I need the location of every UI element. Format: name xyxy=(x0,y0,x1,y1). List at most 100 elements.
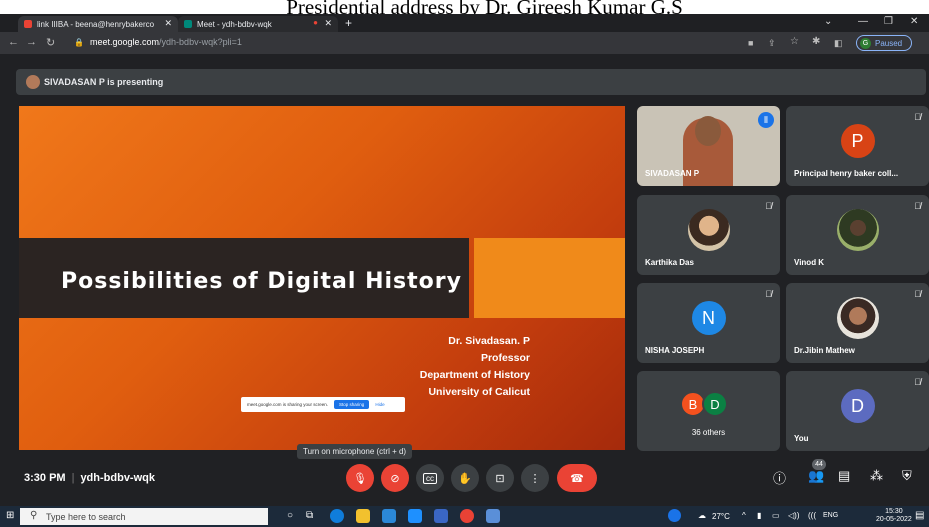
lock-icon: 🔒 xyxy=(74,38,84,47)
profile-button[interactable]: G Paused xyxy=(856,35,912,51)
taskbar-search[interactable]: ⚲ Type here to search xyxy=(20,508,268,525)
presenting-banner: SIVADASAN P is presenting xyxy=(16,69,926,95)
sidepanel-icon[interactable]: ◧ xyxy=(834,38,843,49)
share-icon[interactable]: ⇪ xyxy=(768,38,776,49)
others-avatars: B D xyxy=(680,391,728,417)
host-controls-icon[interactable]: ⛨ xyxy=(902,468,912,484)
meeting-info: 3:30 PM | ydh-bdbv-wqk xyxy=(24,472,155,484)
notifications-icon[interactable]: ▤ xyxy=(915,510,924,521)
language-indicator[interactable]: ENG xyxy=(823,512,838,519)
avatar: P xyxy=(840,124,875,158)
mic-off-icon: 🎙̸ xyxy=(914,112,921,122)
extensions-icon[interactable]: ✱ xyxy=(812,36,820,47)
activities-icon[interactable]: ⁂ xyxy=(870,468,883,484)
cortana-icon[interactable]: ○ xyxy=(287,510,293,521)
profile-avatar: G xyxy=(860,37,871,49)
camera-toggle-button[interactable]: ⊘ xyxy=(381,464,409,492)
help-icon[interactable] xyxy=(668,509,681,522)
avatar xyxy=(26,75,40,89)
participant-name: You xyxy=(794,434,809,443)
caption: Presidential address by Dr. Gireesh Kuma… xyxy=(0,0,929,14)
tab-meet[interactable]: Meet - ydh-bdbv-wqk ● ✕ xyxy=(178,16,338,32)
slide-author: Dr. Sivadasan. P xyxy=(448,335,530,347)
captions-button[interactable]: cc xyxy=(416,464,444,492)
avatar xyxy=(836,297,879,339)
participant-tile-principal[interactable]: 🎙̸ P Principal henry baker coll... xyxy=(786,106,929,186)
presenting-text: SIVADASAN P is presenting xyxy=(44,77,164,87)
new-tab-button[interactable]: + xyxy=(345,16,352,30)
divider: | xyxy=(71,472,75,484)
browser-tab-bar: link IIIBA - beena@henrybakerco ✕ Meet -… xyxy=(0,14,929,32)
chrome-icon[interactable] xyxy=(460,509,474,523)
volume-icon[interactable]: ◁)) xyxy=(788,511,799,520)
participant-tile-jibin[interactable]: 🎙̸ Dr.Jibin Mathew xyxy=(786,283,929,363)
windows-taskbar: ⊞ ⚲ Type here to search ○ ⧉ ☁ 27°C ^ ▮ ▭… xyxy=(0,506,929,527)
meet-window: SIVADASAN P is presenting Possibilities … xyxy=(0,54,929,506)
participant-tile-nisha[interactable]: 🎙̸ N NISHA JOSEPH xyxy=(637,283,780,363)
chat-icon[interactable]: ▤ xyxy=(838,468,850,484)
close-icon[interactable]: ✕ xyxy=(164,18,172,29)
wifi-icon[interactable]: ((( xyxy=(808,511,816,520)
tab-label: link IIIBA - beena@henrybakerco xyxy=(37,19,155,29)
edge-icon[interactable] xyxy=(330,509,344,523)
mic-off-icon: 🎙̸ xyxy=(914,201,921,211)
mail-icon[interactable] xyxy=(408,509,422,523)
window-close-button[interactable]: ✕ xyxy=(910,16,918,27)
recording-icon: ● xyxy=(313,18,318,27)
leave-call-button[interactable]: ☎ xyxy=(557,464,597,492)
taskbar-clock[interactable]: 15:30 20-05-2022 xyxy=(876,508,912,524)
profile-status: Paused xyxy=(875,38,903,48)
avatar: N xyxy=(691,301,726,335)
app-icon[interactable] xyxy=(434,509,448,523)
camera-icon[interactable]: ■ xyxy=(748,38,753,48)
minimize-button[interactable]: — xyxy=(858,16,868,27)
slide-position: Professor xyxy=(480,352,530,364)
mic-off-icon: 🎙 xyxy=(353,472,367,485)
url-field[interactable]: meet.google.com/ydh-bdbv-wqk?pli=1 xyxy=(90,37,242,47)
search-placeholder: Type here to search xyxy=(46,511,126,522)
maximize-button[interactable]: ❐ xyxy=(884,16,893,27)
mic-tooltip: Turn on microphone (ctrl + d) xyxy=(297,444,413,459)
speaking-icon: ⦀ xyxy=(758,112,774,128)
reload-icon[interactable]: ↻ xyxy=(46,36,55,49)
forward-icon[interactable]: → xyxy=(26,36,37,48)
store-icon[interactable] xyxy=(382,509,396,523)
tab-search-icon[interactable]: ⌄ xyxy=(824,16,832,27)
participant-tile-self[interactable]: 🎙̸ D You xyxy=(786,371,929,451)
tab-gmail[interactable]: link IIIBA - beena@henrybakerco ✕ xyxy=(18,16,178,32)
meeting-time: 3:30 PM xyxy=(24,472,66,484)
participant-tile-others[interactable]: B D 36 others xyxy=(637,371,780,451)
avatar xyxy=(687,209,730,251)
mic-off-icon: 🎙̸ xyxy=(765,289,772,299)
file-explorer-icon[interactable] xyxy=(356,509,370,523)
meeting-code: ydh-bdbv-wqk xyxy=(80,472,155,484)
back-icon[interactable]: ← xyxy=(8,36,19,48)
app-icon[interactable] xyxy=(486,509,500,523)
stop-sharing-button[interactable]: Stop sharing xyxy=(334,400,370,409)
slide-department: Department of History xyxy=(419,369,530,381)
task-view-icon[interactable]: ⧉ xyxy=(306,510,313,521)
present-button[interactable]: ⊡ xyxy=(486,464,514,492)
people-icon[interactable]: 👥 xyxy=(808,468,824,484)
participant-tile-sivadasan[interactable]: ⦀ SIVADASAN P xyxy=(637,106,780,186)
info-icon[interactable]: ⓘ xyxy=(773,468,786,487)
raise-hand-button[interactable]: ✋ xyxy=(451,464,479,492)
participant-name: Karthika Das xyxy=(645,258,694,267)
avatar: D xyxy=(840,389,875,423)
close-icon[interactable]: ✕ xyxy=(324,18,332,29)
gmail-icon xyxy=(24,20,32,28)
avatar xyxy=(836,209,879,251)
more-options-button[interactable]: ⋮ xyxy=(521,464,549,492)
bookmark-star-icon[interactable]: ☆ xyxy=(790,36,799,47)
participant-name: NISHA JOSEPH xyxy=(645,346,705,355)
clock-time: 15:30 xyxy=(885,508,903,515)
participant-tile-karthika[interactable]: 🎙̸ Karthika Das xyxy=(637,195,780,275)
mic-toggle-button[interactable]: 🎙 xyxy=(346,464,374,492)
tray-chevron-icon[interactable]: ^ xyxy=(742,511,746,520)
participant-tile-vinod[interactable]: 🎙̸ Vinod K xyxy=(786,195,929,275)
slide-author-info: Dr. Sivadasan. P Professor Department of… xyxy=(420,333,530,401)
windows-start-icon[interactable]: ⊞ xyxy=(6,510,14,521)
hide-button[interactable]: Hide xyxy=(375,402,384,407)
clock-date: 20-05-2022 xyxy=(876,516,912,523)
participant-face xyxy=(695,116,721,146)
